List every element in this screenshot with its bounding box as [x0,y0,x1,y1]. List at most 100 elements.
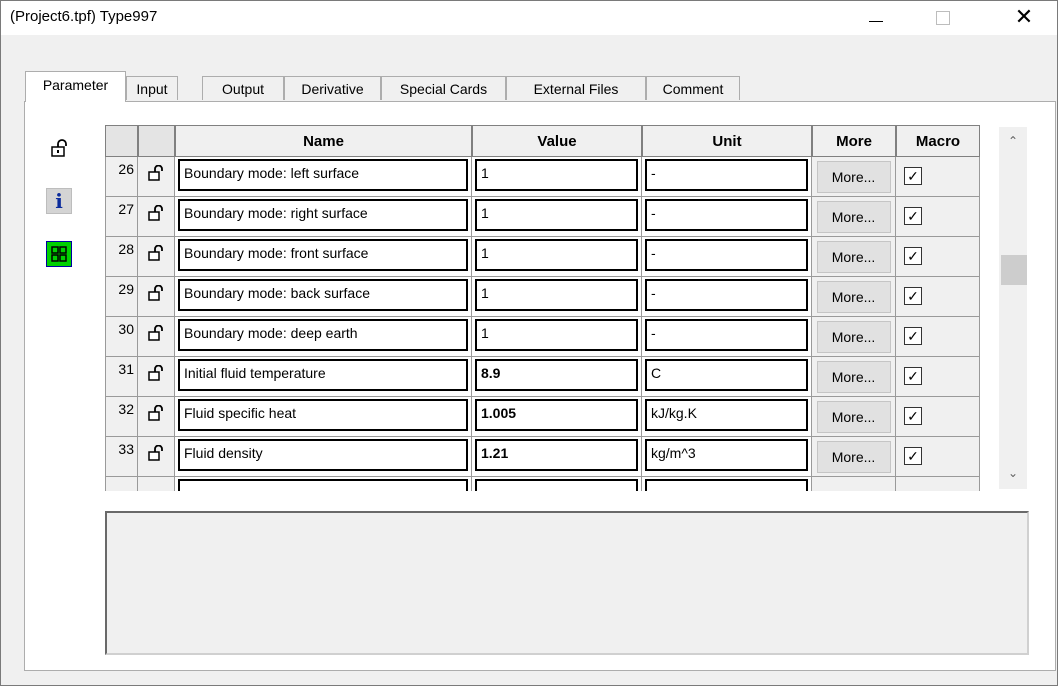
value-cell[interactable]: 1.21 [472,437,642,477]
check-icon: ✓ [907,248,919,264]
tab-input[interactable]: Input [126,76,178,100]
macro-checkbox[interactable]: ✓ [904,447,922,465]
macro-checkbox[interactable]: ✓ [904,327,922,345]
row-number[interactable]: 28 [105,237,138,277]
value-cell[interactable]: 1 [472,157,642,197]
row-number[interactable]: 30 [105,317,138,357]
parameter-unit[interactable]: C [645,359,808,391]
parameter-value[interactable]: 1.005 [475,399,638,431]
scroll-up-icon[interactable]: ⌃ [999,127,1027,155]
unit-cell[interactable]: - [642,197,812,237]
value-cell[interactable]: 1 [472,317,642,357]
lock-cell[interactable] [138,397,175,437]
more-button[interactable]: More... [816,401,891,433]
name-cell[interactable]: Initial fluid temperature [175,357,472,397]
scroll-down-icon[interactable]: ⌄ [999,459,1027,487]
value-cell[interactable]: 1 [472,277,642,317]
minimize-button[interactable] [853,1,899,35]
unit-cell[interactable]: - [642,277,812,317]
name-cell[interactable]: Fluid specific heat [175,397,472,437]
parameter-name: Boundary mode: back surface [178,279,468,311]
macro-checkbox[interactable]: ✓ [904,407,922,425]
tab-comment[interactable]: Comment [646,76,740,100]
parameter-unit[interactable]: kg/m^3 [645,439,808,471]
parameter-value[interactable]: 1 [475,279,638,311]
value-cell[interactable]: 8.9 [472,357,642,397]
macro-checkbox[interactable]: ✓ [904,287,922,305]
more-button[interactable]: More... [816,161,891,193]
name-cell[interactable]: Fluid density [175,437,472,477]
info-icon[interactable]: i [46,188,72,214]
unit-cell[interactable]: kJ/kg.K [642,397,812,437]
parameter-unit[interactable]: - [645,159,808,191]
unit-cell[interactable]: - [642,317,812,357]
macro-checkbox[interactable]: ✓ [904,207,922,225]
lock-cell[interactable] [138,197,175,237]
row-number[interactable]: 32 [105,397,138,437]
parameter-value[interactable]: 8.9 [475,359,638,391]
header-more[interactable]: More [812,125,896,157]
macro-checkbox[interactable]: ✓ [904,247,922,265]
tab-derivative[interactable]: Derivative [284,76,381,100]
check-icon: ✓ [907,288,919,304]
parameter-unit[interactable]: - [645,319,808,351]
tab-output[interactable]: Output [202,76,284,100]
table-row-partial [105,477,980,491]
more-button[interactable]: More... [816,441,891,473]
value-cell[interactable]: 1 [472,237,642,277]
macro-checkbox[interactable]: ✓ [904,367,922,385]
parameter-value[interactable]: 1 [475,199,638,231]
row-number[interactable]: 29 [105,277,138,317]
scroll-thumb[interactable] [1001,255,1027,285]
header-value[interactable]: Value [472,125,642,157]
tab-special-cards[interactable]: Special Cards [381,76,506,100]
parameter-value[interactable]: 1 [475,319,638,351]
parameter-value[interactable]: 1 [475,159,638,191]
more-button[interactable]: More... [816,201,891,233]
more-button[interactable]: More... [816,321,891,353]
more-button[interactable]: More... [816,281,891,313]
lock-cell[interactable] [138,437,175,477]
name-cell[interactable]: Boundary mode: deep earth [175,317,472,357]
lock-icon [148,364,163,381]
parameter-value[interactable]: 1.21 [475,439,638,471]
parameter-unit[interactable]: kJ/kg.K [645,399,808,431]
unit-cell[interactable]: - [642,237,812,277]
name-cell[interactable]: Boundary mode: left surface [175,157,472,197]
parameter-unit[interactable]: - [645,279,808,311]
macro-checkbox[interactable]: ✓ [904,167,922,185]
more-button[interactable]: More... [816,361,891,393]
value-cell[interactable]: 1.005 [472,397,642,437]
unit-cell[interactable]: kg/m^3 [642,437,812,477]
lock-icon[interactable] [46,135,72,161]
close-button[interactable]: ✕ [1001,1,1047,35]
value-cell[interactable]: 1 [472,197,642,237]
grid-icon[interactable] [46,241,72,267]
maximize-button[interactable] [920,1,966,35]
header-macro[interactable]: Macro [896,125,980,157]
parameter-value[interactable]: 1 [475,239,638,271]
more-button[interactable]: More... [816,241,891,273]
name-cell[interactable]: Boundary mode: back surface [175,277,472,317]
unit-cell[interactable]: - [642,157,812,197]
lock-cell[interactable] [138,277,175,317]
header-unit[interactable]: Unit [642,125,812,157]
row-number[interactable]: 33 [105,437,138,477]
name-cell[interactable]: Boundary mode: front surface [175,237,472,277]
title-bar[interactable]: (Project6.tpf) Type997 ✕ [1,1,1057,35]
parameter-unit[interactable]: - [645,239,808,271]
unit-cell[interactable]: C [642,357,812,397]
row-number[interactable]: 27 [105,197,138,237]
tab-parameter[interactable]: Parameter [25,71,126,102]
row-number[interactable]: 31 [105,357,138,397]
table-scrollbar[interactable]: ⌃ ⌄ [999,127,1027,489]
parameter-unit[interactable]: - [645,199,808,231]
lock-cell[interactable] [138,317,175,357]
lock-cell[interactable] [138,357,175,397]
row-number[interactable]: 26 [105,157,138,197]
name-cell[interactable]: Boundary mode: right surface [175,197,472,237]
header-name[interactable]: Name [175,125,472,157]
lock-cell[interactable] [138,157,175,197]
lock-cell[interactable] [138,237,175,277]
tab-external-files[interactable]: External Files [506,76,646,100]
